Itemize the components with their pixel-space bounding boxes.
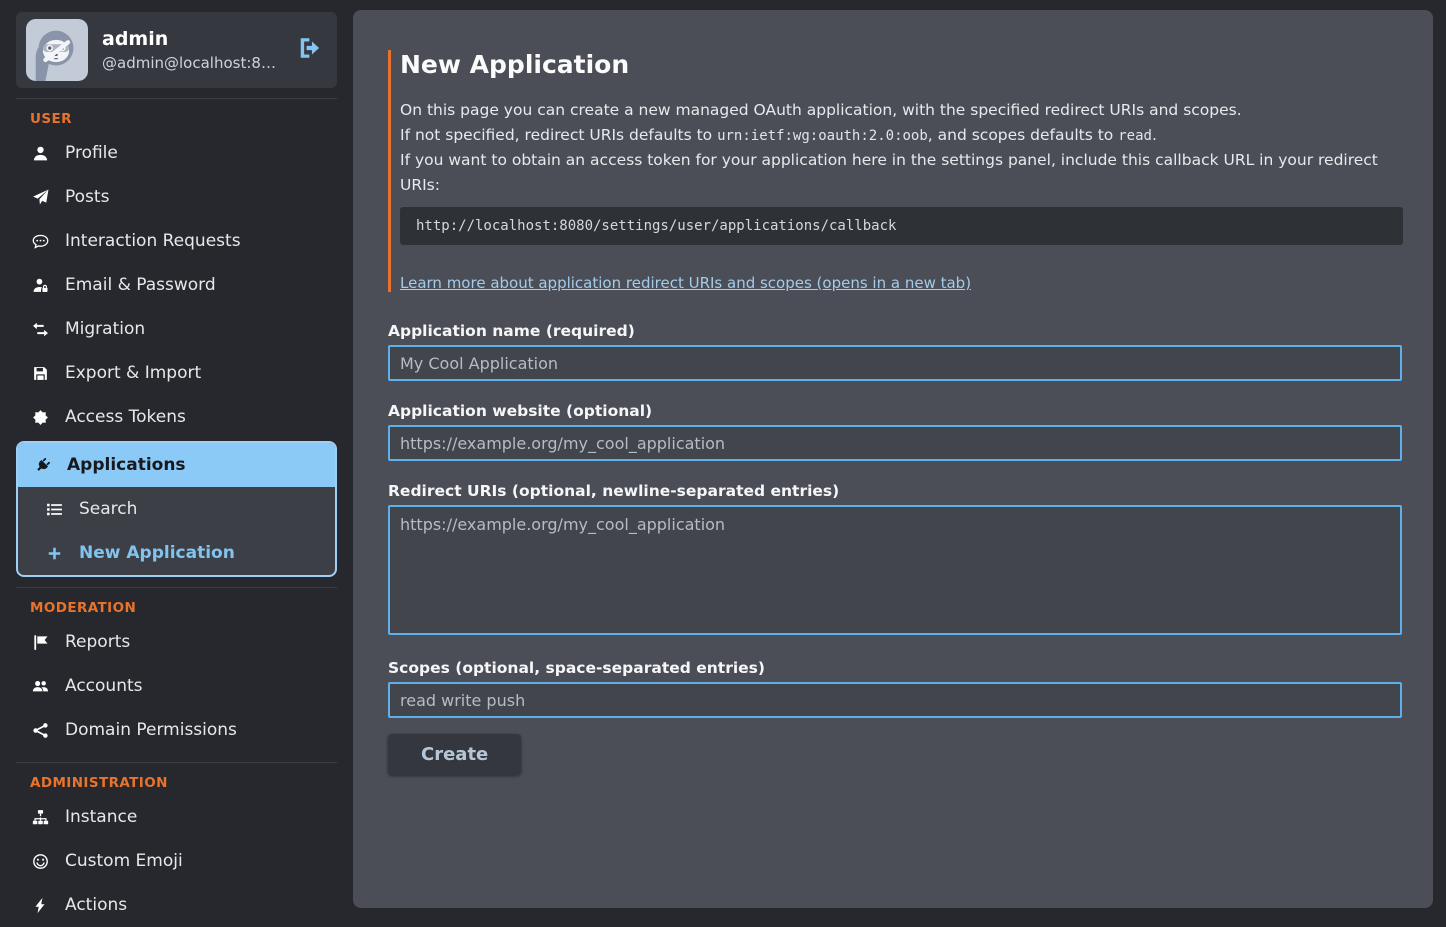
user-icon (30, 145, 50, 162)
sidebar-item-export-import[interactable]: Export & Import (16, 351, 337, 395)
sidebar-item-accounts[interactable]: Accounts (16, 664, 337, 708)
certificate-icon (30, 409, 50, 426)
sidebar-item-label: Actions (65, 895, 127, 915)
redirect-uris-textarea[interactable] (388, 505, 1402, 635)
scopes-label: Scopes (optional, space-separated entrie… (388, 659, 1403, 677)
sidebar-item-label: Accounts (65, 676, 143, 696)
sidebar-item-label: Email & Password (65, 275, 216, 295)
redirect-uris-field-group: Redirect URIs (optional, newline-separat… (388, 482, 1403, 635)
section-header-moderation: MODERATION (30, 600, 337, 616)
section-header-administration: ADMINISTRATION (30, 775, 337, 791)
application-website-label: Application website (optional) (388, 402, 1403, 420)
scopes-field-group: Scopes (optional, space-separated entrie… (388, 659, 1403, 718)
sidebar-item-label: Search (79, 499, 137, 519)
sidebar-item-actions[interactable]: Actions (16, 883, 337, 927)
redirect-uris-label: Redirect URIs (optional, newline-separat… (388, 482, 1403, 500)
user-lock-icon (30, 277, 50, 294)
paper-plane-icon (30, 189, 50, 206)
smiley-icon (30, 853, 50, 870)
comment-dots-icon (30, 233, 50, 250)
sidebar-item-label: Reports (65, 632, 130, 652)
sidebar-item-reports[interactable]: Reports (16, 620, 337, 664)
sidebar-item-label: Custom Emoji (65, 851, 183, 871)
sidebar-item-migration[interactable]: Migration (16, 307, 337, 351)
callback-url-code-block: http://localhost:8080/settings/user/appl… (400, 207, 1403, 245)
plus-icon (44, 545, 64, 562)
application-name-input[interactable] (388, 345, 1402, 381)
applications-group: Applications Search New Application (16, 441, 337, 577)
floppy-disk-icon (30, 365, 50, 382)
user-card[interactable]: admin @admin@localhost:80... (16, 12, 337, 88)
flag-icon (30, 634, 50, 651)
plug-icon (32, 457, 52, 474)
section-header-user: USER (30, 111, 337, 127)
user-names: admin @admin@localhost:80... (102, 28, 283, 72)
divider (16, 98, 337, 99)
oauth-info-block: New Application On this page you can cre… (388, 50, 1403, 292)
sloth-avatar (26, 19, 88, 81)
create-button[interactable]: Create (388, 734, 521, 775)
sidebar-item-label: Posts (65, 187, 109, 207)
inline-code-oob: urn:ietf:wg:oauth:2.0:oob (717, 128, 928, 144)
sidebar-item-label: Access Tokens (65, 407, 186, 427)
user-handle: @admin@localhost:80... (102, 54, 283, 72)
sidebar: admin @admin@localhost:80... USER Profil… (16, 12, 337, 927)
sidebar-item-applications-search[interactable]: Search (18, 487, 335, 531)
sign-out-icon[interactable] (297, 35, 323, 65)
new-application-form: Application name (required) Application … (388, 322, 1403, 775)
sidebar-item-applications-new[interactable]: New Application (18, 531, 335, 575)
bolt-icon (30, 897, 50, 914)
intro-line-2: If not specified, redirect URIs defaults… (400, 123, 1403, 149)
sidebar-item-instance[interactable]: Instance (16, 795, 337, 839)
application-name-label: Application name (required) (388, 322, 1403, 340)
list-icon (44, 501, 64, 518)
sidebar-item-label: Interaction Requests (65, 231, 241, 251)
learn-more-link[interactable]: Learn more about application redirect UR… (400, 274, 971, 292)
divider (16, 762, 337, 763)
sidebar-item-domain-permissions[interactable]: Domain Permissions (16, 708, 337, 752)
main-panel: New Application On this page you can cre… (353, 10, 1433, 908)
divider (16, 587, 337, 588)
sidebar-item-label: Domain Permissions (65, 720, 237, 740)
sitemap-icon (30, 809, 50, 826)
sidebar-item-applications[interactable]: Applications (18, 443, 335, 487)
intro-line-1: On this page you can create a new manage… (400, 98, 1403, 123)
application-website-field-group: Application website (optional) (388, 402, 1403, 461)
sidebar-item-label: Migration (65, 319, 145, 339)
sidebar-item-label: New Application (79, 543, 235, 563)
sidebar-item-access-tokens[interactable]: Access Tokens (16, 395, 337, 439)
application-website-input[interactable] (388, 425, 1402, 461)
sidebar-item-posts[interactable]: Posts (16, 175, 337, 219)
sidebar-item-custom-emoji[interactable]: Custom Emoji (16, 839, 337, 883)
sidebar-item-label: Instance (65, 807, 137, 827)
sidebar-item-profile[interactable]: Profile (16, 131, 337, 175)
exchange-arrows-icon (30, 321, 50, 338)
users-icon (30, 678, 50, 695)
sidebar-item-email-password[interactable]: Email & Password (16, 263, 337, 307)
sidebar-item-label: Profile (65, 143, 118, 163)
settings-screen: admin @admin@localhost:80... USER Profil… (0, 0, 1446, 914)
application-name-field-group: Application name (required) (388, 322, 1403, 381)
sidebar-item-label: Export & Import (65, 363, 201, 383)
page-title: New Application (400, 50, 1403, 79)
intro-line-3: If you want to obtain an access token fo… (400, 148, 1403, 197)
sidebar-item-interaction-requests[interactable]: Interaction Requests (16, 219, 337, 263)
inline-code-read: read (1118, 128, 1152, 144)
sidebar-item-label: Applications (67, 455, 186, 475)
share-nodes-icon (30, 722, 50, 739)
user-display-name: admin (102, 28, 283, 50)
scopes-input[interactable] (388, 682, 1402, 718)
